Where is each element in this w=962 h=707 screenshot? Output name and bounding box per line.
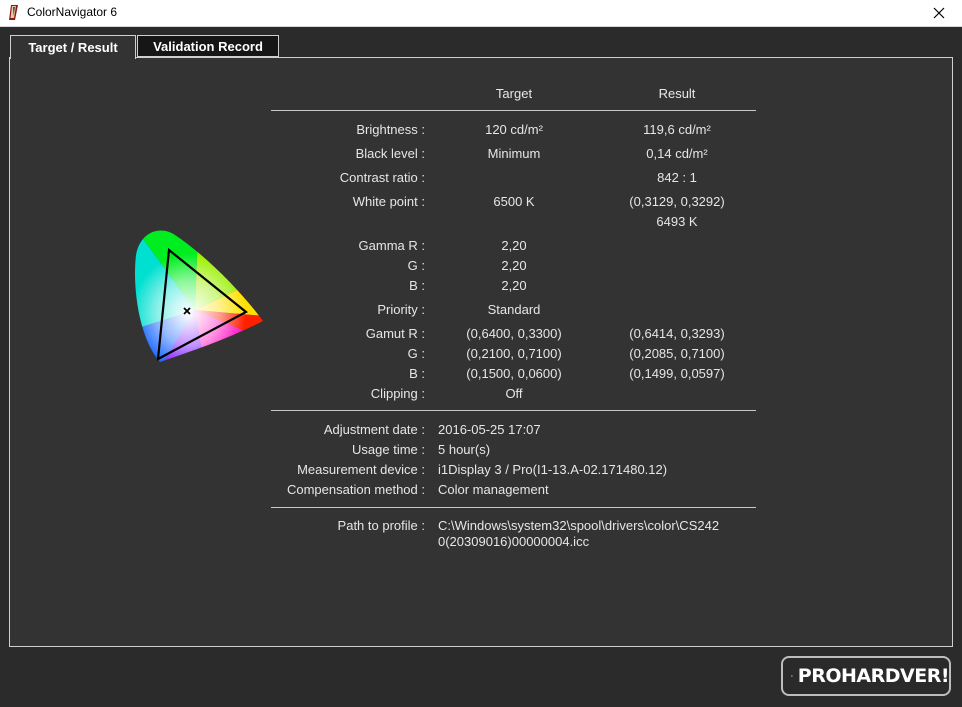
gamma-b-label: B :	[409, 278, 425, 293]
tab-validation-record[interactable]: Validation Record	[137, 35, 279, 57]
adjustment-date-value: 2016-05-25 17:07	[438, 422, 541, 437]
app-icon	[9, 5, 18, 20]
priority-target: Standard	[487, 302, 541, 317]
profile-path-line1: C:\Windows\system32\spool\drivers\color\…	[438, 518, 720, 533]
contrast-ratio-result: 842 : 1	[657, 170, 697, 185]
tab-target-result[interactable]: Target / Result	[10, 35, 136, 59]
watermark-text: PROHARDVER!	[797, 665, 950, 687]
white-point-result-k: 6493 K	[656, 214, 698, 229]
contrast-ratio-label: Contrast ratio :	[339, 170, 425, 185]
column-header-result: Result	[658, 86, 696, 101]
brightness-target: 120 cd/m²	[485, 122, 543, 137]
divider	[271, 507, 756, 508]
gamut-r-result: (0,6414, 0,3293)	[629, 326, 725, 341]
usage-time-value: 5 hour(s)	[438, 442, 491, 457]
measurement-device-value: i1Display 3 / Pro(I1-13.A-02.171480.12)	[438, 462, 668, 477]
close-button[interactable]	[916, 0, 962, 26]
gamma-g-label: G :	[407, 258, 425, 273]
gamut-g-target: (0,2100, 0,7100)	[466, 346, 562, 361]
white-point-label: White point :	[352, 194, 425, 209]
title-bar: ColorNavigator 6	[0, 0, 962, 27]
usage-time-label: Usage time :	[352, 442, 425, 457]
white-point-result-xy: (0,3129, 0,3292)	[629, 194, 725, 209]
white-point-target: 6500 K	[493, 194, 535, 209]
profile-path-label: Path to profile :	[337, 518, 425, 533]
gamma-r-target: 2,20	[501, 238, 527, 253]
brightness-result: 119,6 cd/m²	[643, 122, 711, 137]
gamut-r-label: Gamut R :	[365, 326, 425, 341]
profile-path-line2: 0(20309016)00000004.icc	[438, 534, 590, 549]
gamma-g-target: 2,20	[501, 258, 527, 273]
black-level-result: 0,14 cd/m²	[646, 146, 708, 161]
gamut-b-result: (0,1499, 0,0597)	[629, 366, 725, 381]
column-header-target: Target	[495, 86, 533, 101]
clipping-target: Off	[505, 386, 523, 401]
close-icon	[933, 7, 945, 19]
gamma-r-label: Gamma R :	[358, 238, 425, 253]
prohardver-logo-icon	[791, 675, 793, 677]
clipping-label: Clipping :	[370, 386, 425, 401]
compensation-method-label: Compensation method :	[286, 482, 425, 497]
divider	[271, 410, 756, 411]
gamut-b-target: (0,1500, 0,0600)	[466, 366, 562, 381]
gamut-r-target: (0,6400, 0,3300)	[466, 326, 562, 341]
divider	[271, 110, 756, 111]
cie-gamut-diagram	[135, 230, 263, 363]
measurement-device-label: Measurement device :	[297, 462, 425, 477]
gamma-b-target: 2,20	[501, 278, 527, 293]
gamut-g-result: (0,2085, 0,7100)	[629, 346, 725, 361]
gamut-b-label: B :	[409, 366, 425, 381]
black-level-target: Minimum	[487, 146, 541, 161]
black-level-label: Black level :	[355, 146, 425, 161]
compensation-method-value: Color management	[438, 482, 549, 497]
watermark: PROHARDVER!	[781, 656, 951, 696]
window-title: ColorNavigator 6	[27, 5, 118, 19]
priority-label: Priority :	[377, 302, 425, 317]
adjustment-date-label: Adjustment date :	[323, 422, 425, 437]
gamut-g-label: G :	[407, 346, 425, 361]
brightness-label: Brightness :	[356, 122, 425, 137]
